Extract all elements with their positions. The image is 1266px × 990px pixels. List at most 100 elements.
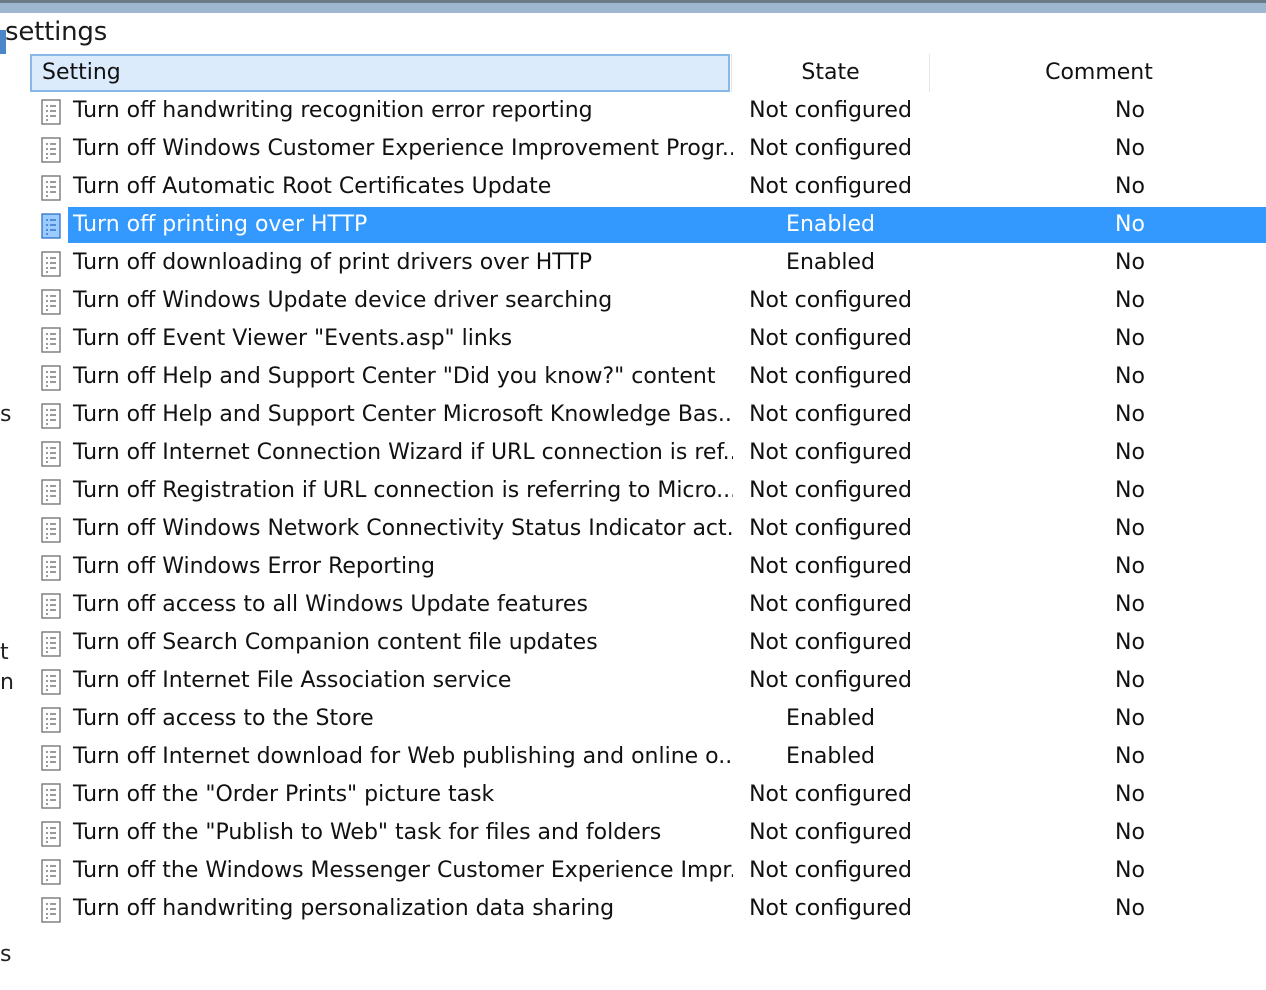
setting-state: Not configured bbox=[749, 554, 912, 579]
pane-title: settings bbox=[5, 17, 108, 47]
setting-state: Not configured bbox=[749, 516, 912, 541]
setting-comment: No bbox=[1115, 592, 1145, 617]
policy-setting-icon bbox=[38, 250, 64, 278]
setting-comment: No bbox=[1115, 706, 1145, 731]
setting-comment: No bbox=[1115, 630, 1145, 655]
table-row[interactable]: Turn off the "Order Prints" picture task… bbox=[28, 776, 1266, 814]
setting-name: Turn off handwriting recognition error r… bbox=[73, 98, 593, 123]
setting-comment: No bbox=[1115, 326, 1145, 351]
setting-comment: No bbox=[1115, 250, 1145, 275]
setting-name: Turn off Automatic Root Certificates Upd… bbox=[73, 174, 552, 199]
column-header-comment[interactable]: Comment bbox=[932, 54, 1266, 92]
setting-name: Turn off access to the Store bbox=[73, 706, 374, 731]
table-row[interactable]: Turn off downloading of print drivers ov… bbox=[28, 244, 1266, 282]
table-row[interactable]: Turn off access to the Store Enabled No bbox=[28, 700, 1266, 738]
setting-state: Not configured bbox=[749, 630, 912, 655]
setting-comment: No bbox=[1115, 212, 1145, 237]
setting-state: Not configured bbox=[749, 820, 912, 845]
setting-name: Turn off handwriting personalization dat… bbox=[73, 896, 615, 921]
setting-state: Not configured bbox=[749, 98, 912, 123]
table-row[interactable]: Turn off Search Companion content file u… bbox=[28, 624, 1266, 662]
left-pane-text-fragment[interactable]: n bbox=[0, 670, 14, 695]
policy-setting-icon bbox=[38, 136, 64, 164]
table-row[interactable]: Turn off Event Viewer "Events.asp" links… bbox=[28, 320, 1266, 358]
column-header-setting[interactable]: Setting bbox=[30, 54, 730, 92]
setting-comment: No bbox=[1115, 478, 1145, 503]
setting-comment: No bbox=[1115, 820, 1145, 845]
setting-comment: No bbox=[1115, 896, 1145, 921]
setting-comment: No bbox=[1115, 136, 1145, 161]
setting-name: Turn off Windows Update device driver se… bbox=[73, 288, 613, 313]
policy-setting-icon bbox=[38, 554, 64, 582]
column-headers: Setting State Comment bbox=[28, 54, 1266, 92]
table-row[interactable]: Turn off Help and Support Center "Did yo… bbox=[28, 358, 1266, 396]
table-row[interactable]: Turn off Windows Network Connectivity St… bbox=[28, 510, 1266, 548]
policy-setting-icon bbox=[38, 858, 64, 886]
left-pane-text-fragment[interactable]: s bbox=[0, 402, 11, 427]
setting-name: Turn off the "Order Prints" picture task bbox=[73, 782, 495, 807]
policy-setting-icon bbox=[38, 402, 64, 430]
setting-state: Not configured bbox=[749, 440, 912, 465]
left-pane-text-fragment[interactable]: t bbox=[0, 640, 9, 665]
setting-state: Not configured bbox=[749, 364, 912, 389]
setting-name: Turn off access to all Windows Update fe… bbox=[73, 592, 588, 617]
policy-setting-icon bbox=[38, 896, 64, 924]
table-row[interactable]: Turn off printing over HTTP Enabled No bbox=[28, 206, 1266, 244]
policy-setting-icon bbox=[38, 326, 64, 354]
setting-state: Not configured bbox=[749, 668, 912, 693]
setting-comment: No bbox=[1115, 174, 1145, 199]
setting-comment: No bbox=[1115, 668, 1145, 693]
table-row[interactable]: Turn off the Windows Messenger Customer … bbox=[28, 852, 1266, 890]
setting-name: Turn off Help and Support Center Microso… bbox=[73, 402, 733, 427]
setting-comment: No bbox=[1115, 782, 1145, 807]
table-row[interactable]: Turn off access to all Windows Update fe… bbox=[28, 586, 1266, 624]
table-row[interactable]: Turn off handwriting personalization dat… bbox=[28, 890, 1266, 928]
setting-name: Turn off Internet File Association servi… bbox=[73, 668, 512, 693]
table-row[interactable]: Turn off Windows Update device driver se… bbox=[28, 282, 1266, 320]
setting-state: Not configured bbox=[749, 782, 912, 807]
pane-title-bar: settings bbox=[0, 13, 1266, 55]
setting-state: Enabled bbox=[786, 744, 875, 769]
setting-name: Turn off Search Companion content file u… bbox=[73, 630, 598, 655]
table-row[interactable]: Turn off Windows Error Reporting Not conf… bbox=[28, 548, 1266, 586]
left-pane-text-fragment[interactable]: s bbox=[0, 942, 11, 967]
table-row[interactable]: Turn off Internet download for Web publi… bbox=[28, 738, 1266, 776]
table-row[interactable]: Turn off Internet File Association servi… bbox=[28, 662, 1266, 700]
setting-state: Enabled bbox=[786, 250, 875, 275]
table-row[interactable]: Turn off the "Publish to Web" task for f… bbox=[28, 814, 1266, 852]
setting-state: Not configured bbox=[749, 288, 912, 313]
setting-comment: No bbox=[1115, 288, 1145, 313]
setting-state: Not configured bbox=[749, 478, 912, 503]
column-header-state[interactable]: State bbox=[731, 54, 930, 92]
setting-state: Enabled bbox=[786, 706, 875, 731]
setting-name: Turn off the "Publish to Web" task for f… bbox=[73, 820, 662, 845]
table-row[interactable]: Turn off Help and Support Center Microso… bbox=[28, 396, 1266, 434]
table-row[interactable]: Turn off Registration if URL connection … bbox=[28, 472, 1266, 510]
policy-setting-icon bbox=[38, 212, 64, 240]
setting-name: Turn off Windows Error Reporting bbox=[73, 554, 436, 579]
policy-setting-icon bbox=[38, 630, 64, 658]
tree-selection-marker bbox=[0, 30, 6, 54]
policy-setting-icon bbox=[38, 516, 64, 544]
policy-setting-icon bbox=[38, 440, 64, 468]
setting-name: Turn off Internet Connection Wizard if U… bbox=[73, 440, 733, 465]
setting-name: Turn off the Windows Messenger Customer … bbox=[73, 858, 733, 883]
table-row[interactable]: Turn off Windows Customer Experience Imp… bbox=[28, 130, 1266, 168]
setting-state: Not configured bbox=[749, 402, 912, 427]
settings-list: Turn off handwriting recognition error r… bbox=[28, 92, 1266, 928]
setting-comment: No bbox=[1115, 744, 1145, 769]
setting-name: Turn off Registration if URL connection … bbox=[73, 478, 733, 503]
policy-setting-icon bbox=[38, 668, 64, 696]
table-row[interactable]: Turn off Internet Connection Wizard if U… bbox=[28, 434, 1266, 472]
policy-setting-icon bbox=[38, 174, 64, 202]
setting-state: Not configured bbox=[749, 858, 912, 883]
setting-state: Not configured bbox=[749, 326, 912, 351]
table-row[interactable]: Turn off handwriting recognition error r… bbox=[28, 92, 1266, 130]
setting-state: Not configured bbox=[749, 174, 912, 199]
setting-name: Turn off downloading of print drivers ov… bbox=[73, 250, 593, 275]
policy-setting-icon bbox=[38, 288, 64, 316]
setting-comment: No bbox=[1115, 98, 1145, 123]
table-row[interactable]: Turn off Automatic Root Certificates Upd… bbox=[28, 168, 1266, 206]
setting-comment: No bbox=[1115, 858, 1145, 883]
setting-state: Enabled bbox=[786, 212, 875, 237]
